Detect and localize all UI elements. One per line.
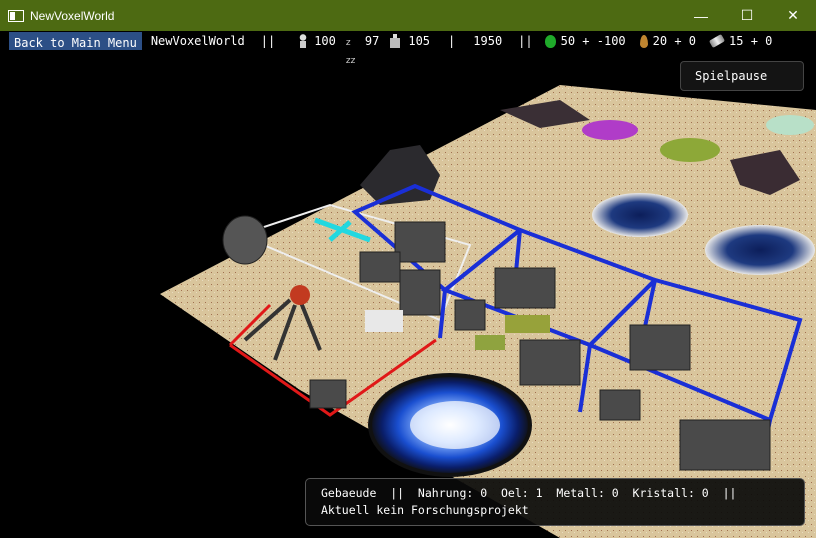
water-crater: [705, 225, 815, 275]
food-icon: [544, 34, 556, 48]
separator: ||: [260, 34, 276, 48]
sleep-icon: z zz: [345, 38, 356, 66]
crystal-deposit: [582, 120, 638, 140]
metal-value: 15 + 0: [729, 34, 773, 48]
separator: |: [448, 34, 456, 48]
blue-portal-core: [410, 401, 500, 449]
oil-icon: [639, 34, 648, 48]
water-crater: [592, 193, 688, 237]
food-value: 50 + -100: [560, 34, 626, 48]
window-titlebar: NewVoxelWorld — ☐ ✕: [0, 0, 816, 31]
research-status: Aktuell kein Forschungsprojekt: [321, 503, 529, 517]
sleep-value: 97: [364, 34, 380, 48]
crystal-deposit: [766, 115, 814, 135]
close-button[interactable]: ✕: [770, 0, 816, 31]
window-title: NewVoxelWorld: [30, 8, 115, 23]
back-to-main-menu-button[interactable]: Back to Main Menu: [9, 32, 142, 50]
year-value: 1950: [473, 34, 503, 48]
buildings-value: 105: [408, 34, 431, 48]
world-name: NewVoxelWorld: [150, 34, 245, 48]
farm-field: [475, 335, 505, 350]
oil-value: 20 + 0: [652, 34, 697, 48]
resource-summary: Gebaeude || Nahrung: 0 Oel: 1 Metall: 0 …: [321, 486, 737, 500]
population-icon: [297, 34, 310, 48]
white-structure: [365, 310, 403, 332]
maximize-button[interactable]: ☐: [724, 0, 770, 31]
minimize-button[interactable]: —: [678, 0, 724, 31]
game-viewport[interactable]: [0, 51, 816, 538]
separator: ||: [518, 34, 533, 48]
building-icon: [389, 34, 404, 48]
resource-bar: Back to Main Menu NewVoxelWorld || 100 z…: [0, 31, 816, 66]
crystal-deposit: [660, 138, 720, 162]
farm-field: [505, 315, 550, 333]
pause-button[interactable]: Spielpause: [680, 61, 804, 91]
population-value: 100: [314, 34, 336, 48]
app-icon: [8, 9, 24, 22]
info-panel: Gebaeude || Nahrung: 0 Oel: 1 Metall: 0 …: [305, 478, 805, 526]
metal-icon: [708, 34, 726, 48]
mech-core: [290, 285, 310, 305]
landing-pod: [222, 215, 268, 265]
